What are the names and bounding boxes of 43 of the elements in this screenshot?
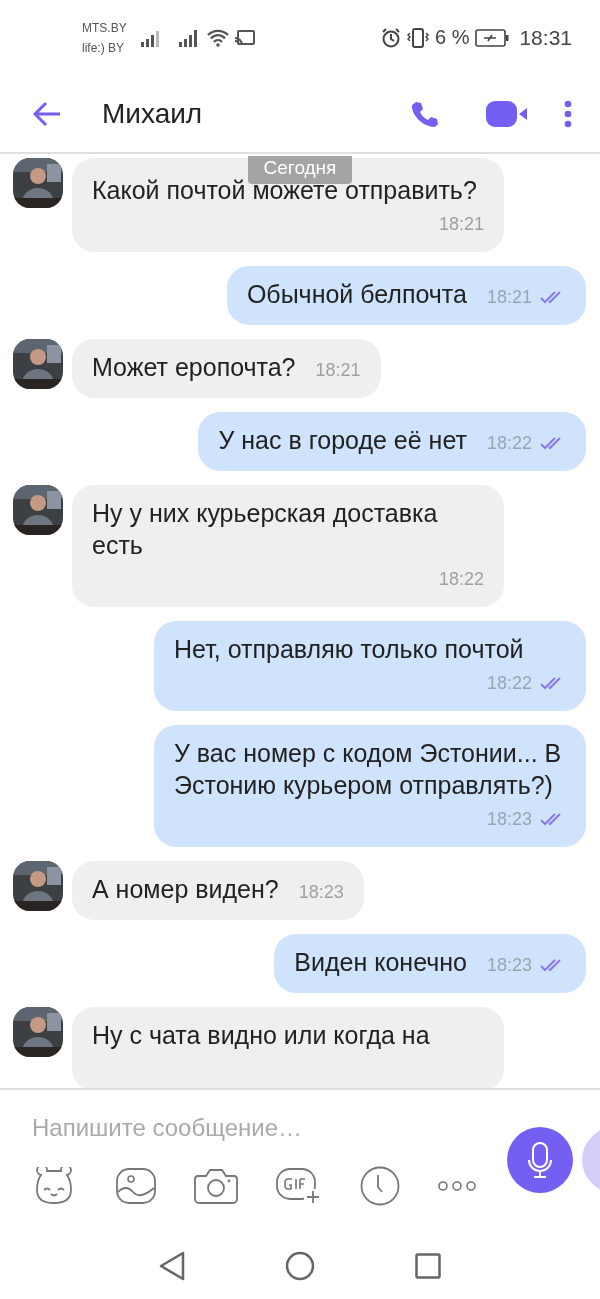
more-icon[interactable] (438, 1180, 476, 1192)
cast-icon (234, 29, 255, 46)
message-time: 18:22 (486, 672, 532, 695)
message-time: 18:23 (486, 808, 532, 831)
message-text: Ну у них курьерская доставка есть (92, 498, 439, 561)
more-options-icon[interactable] (564, 99, 572, 128)
video-camera-icon[interactable] (486, 100, 528, 127)
message-time: 18:21 (315, 359, 361, 382)
clock-icon[interactable] (360, 1166, 400, 1206)
home-nav-icon[interactable] (285, 1250, 315, 1281)
battery-percent: 6 % (434, 26, 470, 49)
message-time: 18:22 (486, 432, 532, 455)
alarm-icon (380, 27, 401, 48)
message-time: 18:21 (438, 213, 484, 236)
message-text: У нас в городе её нет (218, 425, 467, 456)
message-text: А номер виден? (92, 874, 279, 905)
gif-plus-icon[interactable] (276, 1167, 322, 1205)
wifi-icon (206, 28, 229, 47)
carrier-name: life:) BY (82, 39, 125, 57)
message-text: Обычной белпочта (246, 279, 467, 310)
message-time: 18:21 (486, 286, 532, 309)
message-time: 18:22 (438, 568, 484, 591)
image-icon[interactable] (116, 1168, 156, 1204)
message-time: 18:23 (298, 881, 344, 904)
back-arrow-icon[interactable] (32, 100, 62, 127)
message-text: Виден конечно (294, 947, 467, 978)
recents-nav-icon[interactable] (415, 1252, 441, 1279)
message-time: 18:23 (486, 954, 532, 977)
date-badge: Сегодня (248, 156, 352, 184)
back-nav-icon[interactable] (159, 1250, 185, 1281)
clock-time: 18:31 (519, 25, 572, 50)
phone-icon[interactable] (410, 99, 438, 128)
message-text: Ну с чата видно или когда на (92, 1020, 430, 1051)
vibrate-icon (406, 26, 429, 49)
carrier-name: MTS.BY (82, 19, 127, 37)
message-text: Нет, отправляю только почтой (174, 634, 524, 665)
message-text: У вас номер с кодом Эстонии... В Эстонию курьером отправлять?) (174, 738, 563, 801)
message-input[interactable]: Напишите сообщение… (32, 1110, 412, 1146)
battery-icon (475, 28, 510, 47)
camera-icon[interactable] (194, 1167, 238, 1205)
contact-name: Михаил (102, 97, 203, 130)
microphone-icon (527, 1142, 553, 1178)
message-text: Может еропочта? (92, 352, 296, 383)
